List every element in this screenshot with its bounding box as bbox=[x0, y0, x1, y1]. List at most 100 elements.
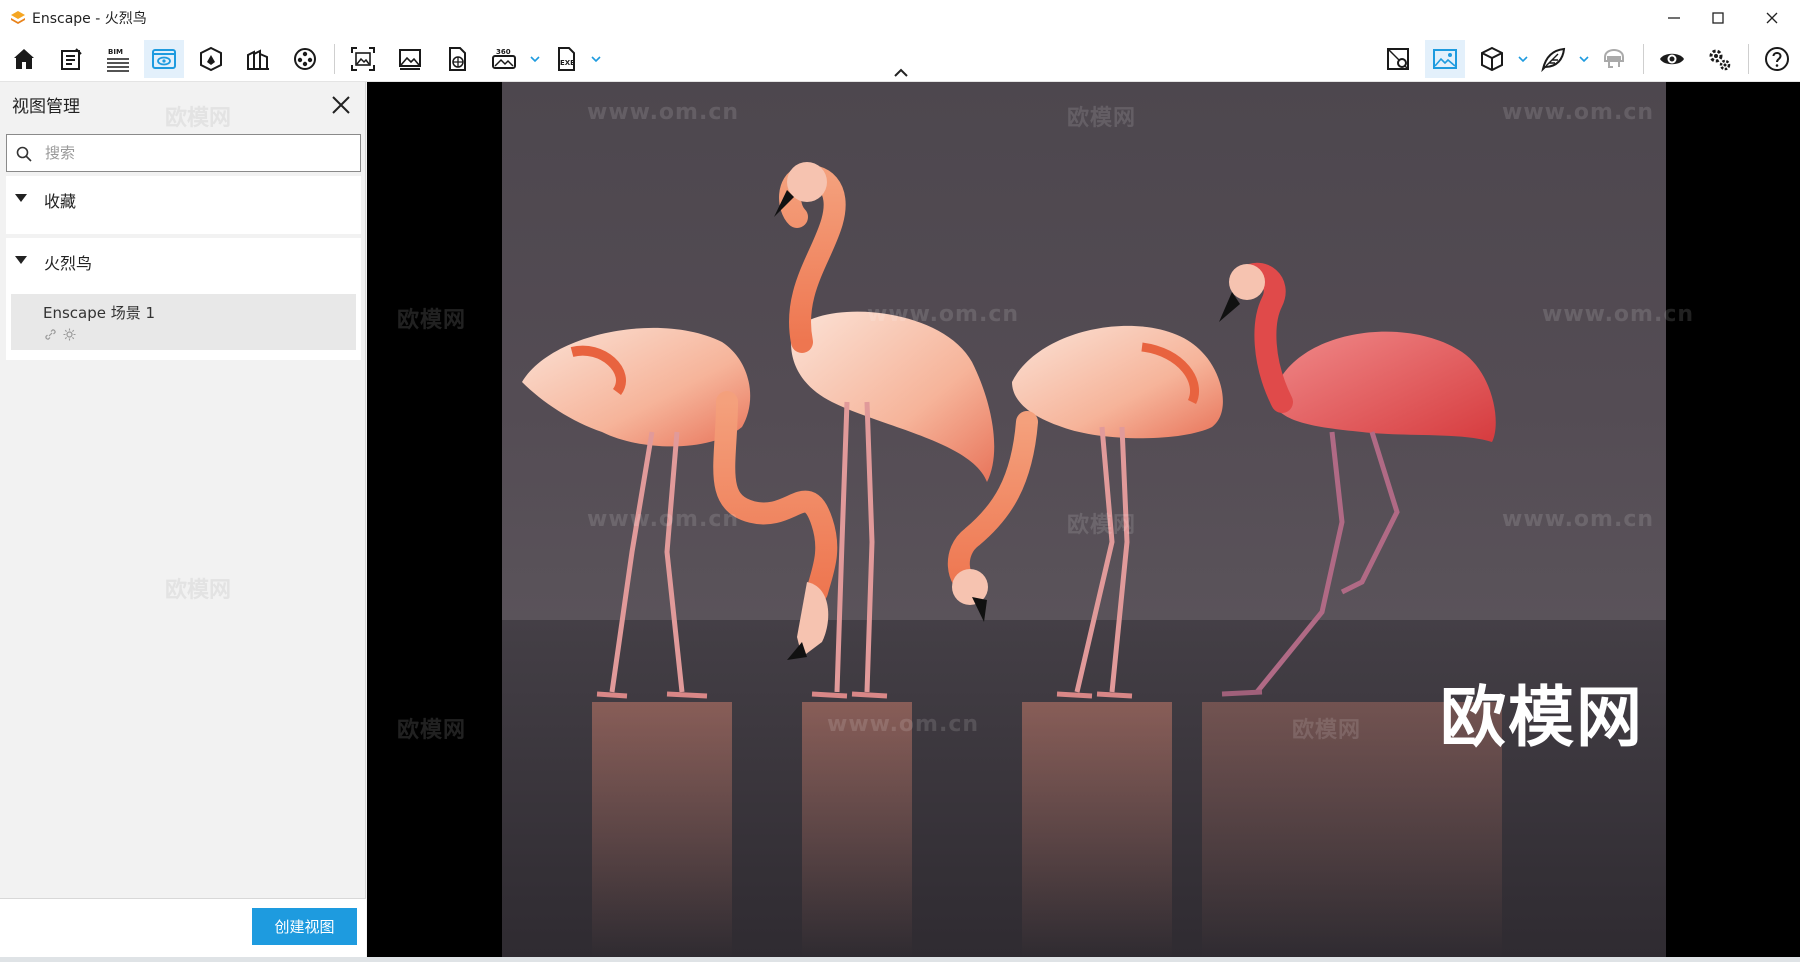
scene-group-header[interactable]: 火烈鸟 bbox=[6, 238, 361, 282]
view-item-icons bbox=[44, 328, 76, 341]
map-pin-icon bbox=[1387, 48, 1409, 70]
panel-watermark: 欧模网 bbox=[165, 578, 232, 603]
settings-icon bbox=[1709, 49, 1731, 71]
screenshot-button[interactable] bbox=[343, 40, 383, 78]
maximize-icon bbox=[1712, 12, 1724, 24]
cube-dropdown-icon[interactable] bbox=[1516, 52, 1530, 66]
brand-watermark: 欧模网 bbox=[1440, 679, 1644, 756]
notes-button[interactable] bbox=[51, 40, 91, 78]
vr-headset-icon bbox=[1604, 48, 1624, 68]
screenshot-icon bbox=[351, 47, 375, 71]
close-panel-icon[interactable] bbox=[330, 94, 352, 116]
watermark: www.om.cn bbox=[1502, 100, 1655, 125]
watermark: www.om.cn bbox=[827, 712, 980, 737]
panel-footer: 创建视图 bbox=[0, 898, 366, 957]
svg-text:360: 360 bbox=[496, 48, 511, 56]
link-icon bbox=[45, 329, 56, 340]
eye-button[interactable] bbox=[1652, 40, 1692, 78]
batch-render-icon bbox=[399, 49, 421, 70]
home-button[interactable] bbox=[4, 40, 44, 78]
home-icon bbox=[14, 49, 34, 69]
group-label: 收藏 bbox=[44, 192, 77, 211]
watermark: 欧模网 bbox=[397, 718, 467, 743]
help-button[interactable] bbox=[1757, 40, 1797, 78]
watermark: www.om.cn bbox=[587, 507, 740, 532]
flamingo-reflections bbox=[592, 702, 1502, 957]
favorites-group: 收藏 bbox=[6, 176, 361, 234]
watermark: 欧模网 bbox=[397, 308, 467, 333]
watermark: www.om.cn bbox=[1542, 302, 1695, 327]
exe-export-button[interactable]: EXE bbox=[546, 40, 586, 78]
web-export-icon bbox=[449, 47, 466, 71]
enscape-logo-icon bbox=[11, 11, 25, 24]
view-list-item[interactable]: Enscape 场景 1 bbox=[11, 294, 356, 350]
collapse-toolbar-icon[interactable] bbox=[892, 66, 910, 80]
settings-button[interactable] bbox=[1699, 40, 1739, 78]
map-button[interactable] bbox=[1378, 40, 1418, 78]
vr-button[interactable] bbox=[1594, 40, 1634, 78]
views-icon bbox=[152, 49, 176, 69]
eye-icon bbox=[1660, 53, 1684, 65]
minimize-icon bbox=[1668, 17, 1680, 19]
bim-icon: BIM bbox=[107, 48, 129, 72]
enscape-window: Enscape - 火烈鸟 BIM 360 EXE 视图管理 搜索 收藏 火烈鸟… bbox=[0, 0, 1800, 962]
vegetation-dropdown-icon[interactable] bbox=[1577, 52, 1591, 66]
toolbar-separator bbox=[1748, 44, 1749, 74]
scene-group: 火烈鸟 Enscape 场景 1 bbox=[6, 238, 361, 360]
svg-text:BIM: BIM bbox=[108, 48, 123, 56]
leaf-icon bbox=[1541, 47, 1566, 72]
bottom-edge bbox=[0, 957, 1800, 962]
view-management-panel: 视图管理 收藏 火烈鸟 Enscape 场景 1 bbox=[0, 82, 366, 957]
render-viewport[interactable]: www.om.cn 欧模网 www.om.cn www.om.cn www.om… bbox=[367, 82, 1800, 957]
view-item-label: Enscape 场景 1 bbox=[43, 304, 156, 322]
video-editor-button[interactable] bbox=[285, 40, 325, 78]
materials-button[interactable] bbox=[191, 40, 231, 78]
cube-button[interactable] bbox=[1472, 40, 1512, 78]
expanded-triangle-icon bbox=[15, 194, 27, 202]
notes-icon bbox=[61, 48, 82, 70]
flamingo-4 bbox=[1219, 262, 1496, 697]
panel-title: 视图管理 bbox=[12, 97, 80, 117]
cube-icon bbox=[1481, 46, 1503, 72]
toolbar-separator bbox=[334, 44, 335, 74]
watermark: 欧模网 bbox=[1067, 106, 1137, 131]
search-icon bbox=[16, 146, 32, 162]
favorites-group-header[interactable]: 收藏 bbox=[6, 176, 361, 220]
bim-button[interactable]: BIM bbox=[98, 40, 138, 78]
image-settings-icon bbox=[1433, 49, 1457, 69]
close-window-button[interactable] bbox=[1745, 0, 1799, 36]
materials-icon bbox=[200, 46, 222, 72]
sun-icon bbox=[63, 328, 76, 341]
batch-render-button[interactable] bbox=[390, 40, 430, 78]
toolbar-separator bbox=[1643, 44, 1644, 74]
exe-export-icon: EXE bbox=[558, 47, 575, 71]
watermark: 欧模网 bbox=[1292, 718, 1362, 743]
web-export-button[interactable] bbox=[437, 40, 477, 78]
search-box[interactable] bbox=[6, 134, 361, 172]
vegetation-button[interactable] bbox=[1533, 40, 1573, 78]
title-bar: Enscape - 火烈鸟 bbox=[0, 0, 1800, 36]
exe-dropdown-icon[interactable] bbox=[589, 52, 603, 66]
create-view-button[interactable]: 创建视图 bbox=[252, 908, 357, 945]
maximize-button[interactable] bbox=[1691, 0, 1745, 36]
views-button[interactable] bbox=[144, 40, 184, 78]
group-label: 火烈鸟 bbox=[44, 254, 93, 273]
help-icon bbox=[1765, 47, 1789, 71]
panorama-dropdown-icon[interactable] bbox=[528, 52, 542, 66]
panorama-icon: 360 bbox=[492, 48, 516, 69]
expanded-triangle-icon bbox=[15, 256, 27, 264]
asset-library-button[interactable] bbox=[238, 40, 278, 78]
watermark: www.om.cn bbox=[1502, 507, 1655, 532]
panel-watermark: 欧模网 bbox=[165, 106, 232, 131]
image-settings-button[interactable] bbox=[1425, 40, 1465, 78]
panorama-button[interactable]: 360 bbox=[484, 40, 524, 78]
watermark: www.om.cn bbox=[867, 302, 1020, 327]
watermark: www.om.cn bbox=[587, 100, 740, 125]
search-input[interactable] bbox=[43, 139, 343, 167]
close-icon bbox=[1766, 12, 1778, 24]
window-title: Enscape - 火烈鸟 bbox=[32, 11, 147, 27]
watermark: 欧模网 bbox=[1067, 513, 1137, 538]
asset-library-icon bbox=[247, 49, 269, 70]
video-editor-icon bbox=[294, 48, 316, 70]
svg-text:EXE: EXE bbox=[560, 59, 575, 67]
